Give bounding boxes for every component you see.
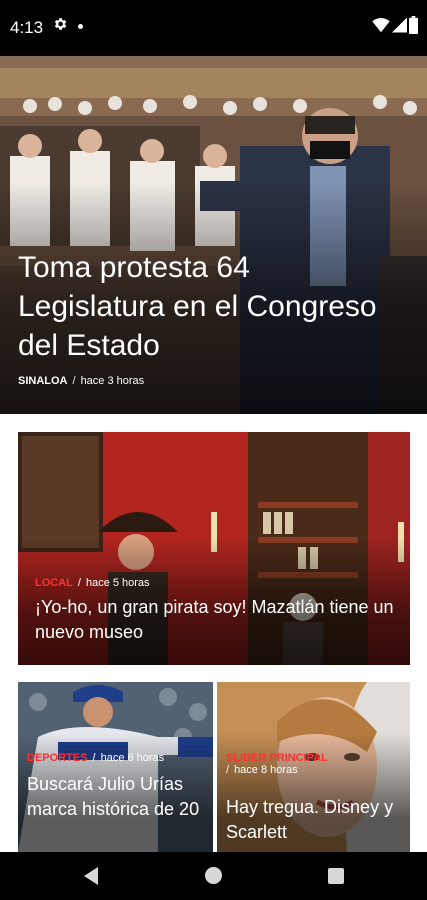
hero-title[interactable]: Toma protesta 64 Legislatura en el Congr… [18, 248, 398, 365]
battery-icon [409, 16, 418, 34]
hero-time: hace 3 horas [80, 375, 145, 387]
status-time: 4:13 [10, 18, 44, 37]
news-card-time: hace 5 horas [85, 577, 150, 589]
gear-icon [54, 18, 67, 30]
news-card-title[interactable]: Buscará Julio Urías marca histórica de 2… [27, 772, 207, 822]
back-icon[interactable] [82, 866, 100, 886]
wifi-icon [372, 18, 390, 33]
news-card[interactable]: SLIDER PRINCIPAL / hace 8 horas Hay tregua… [217, 682, 410, 852]
news-card-meta: LOCAL / hace 5 horas [35, 577, 150, 589]
hero-meta: SINALOA / hace 3 horas [18, 375, 144, 387]
news-card[interactable]: DEPORTES / hace 6 horas Buscará Julio Uría… [18, 682, 213, 852]
news-card-title[interactable]: ¡Yo-ho, un gran pirata soy! Mazatlán tie… [35, 595, 395, 645]
news-card-time: hace 6 horas [100, 752, 165, 764]
news-card-meta: DEPORTES / hace 6 horas [27, 752, 207, 764]
meta-separator: / [226, 764, 230, 776]
meta-separator: / [72, 375, 76, 387]
news-card-title[interactable]: Hay tregua. Disney y Scarlett [226, 795, 406, 845]
hero-story[interactable]: Toma protesta 64 Legislatura en el Congr… [0, 56, 427, 414]
signal-icon [392, 17, 407, 33]
news-card-category[interactable]: DEPORTES [27, 752, 88, 764]
meta-separator: / [92, 752, 96, 764]
status-bar: 4:13 [0, 0, 427, 56]
notification-dot-icon [78, 24, 83, 29]
navigation-bar [0, 852, 427, 900]
news-card-time: hace 8 horas [234, 764, 298, 776]
news-card[interactable]: LOCAL / hace 5 horas ¡Yo-ho, un gran pirat… [18, 432, 410, 665]
recents-icon[interactable] [328, 868, 344, 884]
news-card-meta: SLIDER PRINCIPAL / hace 8 horas [226, 752, 406, 776]
home-icon[interactable] [205, 867, 222, 884]
hero-category[interactable]: SINALOA [18, 375, 68, 387]
news-card-category[interactable]: SLIDER PRINCIPAL [226, 752, 328, 764]
news-card-category[interactable]: LOCAL [35, 577, 73, 589]
meta-separator: / [77, 577, 81, 589]
